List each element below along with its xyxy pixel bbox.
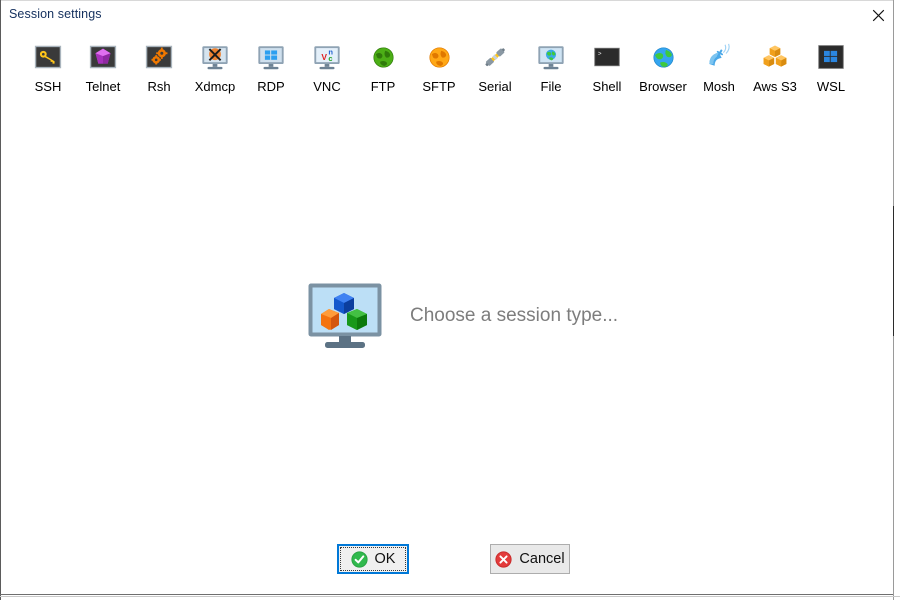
session-type-label: Shell — [592, 79, 622, 94]
window-border-bottom — [0, 594, 893, 595]
key-icon — [31, 40, 65, 74]
ok-button-focus-ring: OK — [340, 547, 406, 571]
svg-text:V: V — [321, 52, 327, 62]
serial-plug-icon — [478, 40, 512, 74]
svg-text:c: c — [328, 54, 332, 63]
session-type-rdp[interactable]: RDP — [239, 40, 303, 102]
empty-state-text: Choose a session type... — [410, 305, 619, 326]
session-type-label: RDP — [257, 79, 285, 94]
session-type-label: File — [540, 79, 562, 94]
monitor-vnc-icon: Vnc — [310, 40, 344, 74]
session-config-area: Choose a session type... — [1, 110, 893, 525]
session-type-label: SSH — [34, 79, 62, 94]
session-type-ftp[interactable]: FTP — [351, 40, 415, 102]
check-circle-green-icon — [350, 550, 368, 568]
background-window-bleed: ....... .... ..... ... ......... ... ...… — [0, 600, 900, 606]
session-type-label: Serial — [478, 79, 512, 94]
session-type-label: WSL — [816, 79, 846, 94]
session-type-label: Aws S3 — [753, 79, 797, 94]
session-type-awss3[interactable]: Aws S3 — [743, 40, 807, 102]
window-border-right-shadow — [893, 206, 894, 336]
globe-blue-icon — [646, 40, 680, 74]
session-type-label: Rsh — [147, 79, 171, 94]
ok-button-label: OK — [374, 551, 396, 567]
ok-button[interactable]: OK — [337, 544, 409, 574]
session-type-wsl[interactable]: WSL — [799, 40, 863, 102]
svg-text:>: > — [598, 50, 602, 57]
session-type-toolbar: SSH Telnet Rsh Xdmcp RDP Vn c VNC FTP SFTP Serial F… — [1, 40, 893, 105]
empty-state: Choose a session type... — [307, 282, 618, 350]
globe-orange-icon — [422, 40, 456, 74]
session-type-label: Mosh — [703, 79, 735, 94]
monitor-globe-icon — [534, 40, 568, 74]
cancel-circle-red-icon — [495, 550, 513, 568]
aws-s3-cubes-icon — [758, 40, 792, 74]
session-type-label: VNC — [313, 79, 341, 94]
background-window-bleed-text: ....... .... ..... ... ......... ... ...… — [4, 600, 270, 603]
session-type-label: Telnet — [85, 79, 121, 94]
session-type-file[interactable]: File — [519, 40, 583, 102]
session-type-shell[interactable]: > Shell — [575, 40, 639, 102]
satellite-dish-icon — [702, 40, 736, 74]
session-type-telnet[interactable]: Telnet — [71, 40, 135, 102]
window-title: Session settings — [9, 7, 102, 21]
title-bar: Session settings — [1, 1, 893, 29]
session-settings-dialog: Session settings SSH Telnet Rsh Xdmcp RDP Vn c… — [0, 0, 900, 606]
session-type-sftp[interactable]: SFTP — [407, 40, 471, 102]
terminal-icon: > — [590, 40, 624, 74]
session-type-label: Xdmcp — [194, 79, 236, 94]
session-type-serial[interactable]: Serial — [463, 40, 527, 102]
session-type-xdmcp[interactable]: Xdmcp — [183, 40, 247, 102]
monitor-x-icon — [198, 40, 232, 74]
session-type-browser[interactable]: Browser — [631, 40, 695, 102]
cancel-button-label: Cancel — [519, 551, 565, 567]
close-x-icon — [872, 9, 885, 22]
session-type-vnc[interactable]: Vn c VNC — [295, 40, 359, 102]
cancel-button[interactable]: Cancel — [490, 544, 570, 574]
monitor-cubes-icon — [307, 282, 383, 350]
session-type-rsh[interactable]: Rsh — [127, 40, 191, 102]
gears-icon — [142, 40, 176, 74]
gem-icon — [86, 40, 120, 74]
session-type-label: SFTP — [422, 79, 456, 94]
session-type-label: Browser — [639, 79, 687, 94]
globe-green-icon — [366, 40, 400, 74]
session-type-label: FTP — [370, 79, 396, 94]
monitor-windows-icon — [254, 40, 288, 74]
wsl-windows-icon — [814, 40, 848, 74]
session-type-mosh[interactable]: Mosh — [687, 40, 751, 102]
window-shadow-strip — [0, 596, 900, 597]
close-button[interactable] — [863, 2, 894, 29]
dialog-button-row: OK Cancel — [1, 540, 893, 584]
